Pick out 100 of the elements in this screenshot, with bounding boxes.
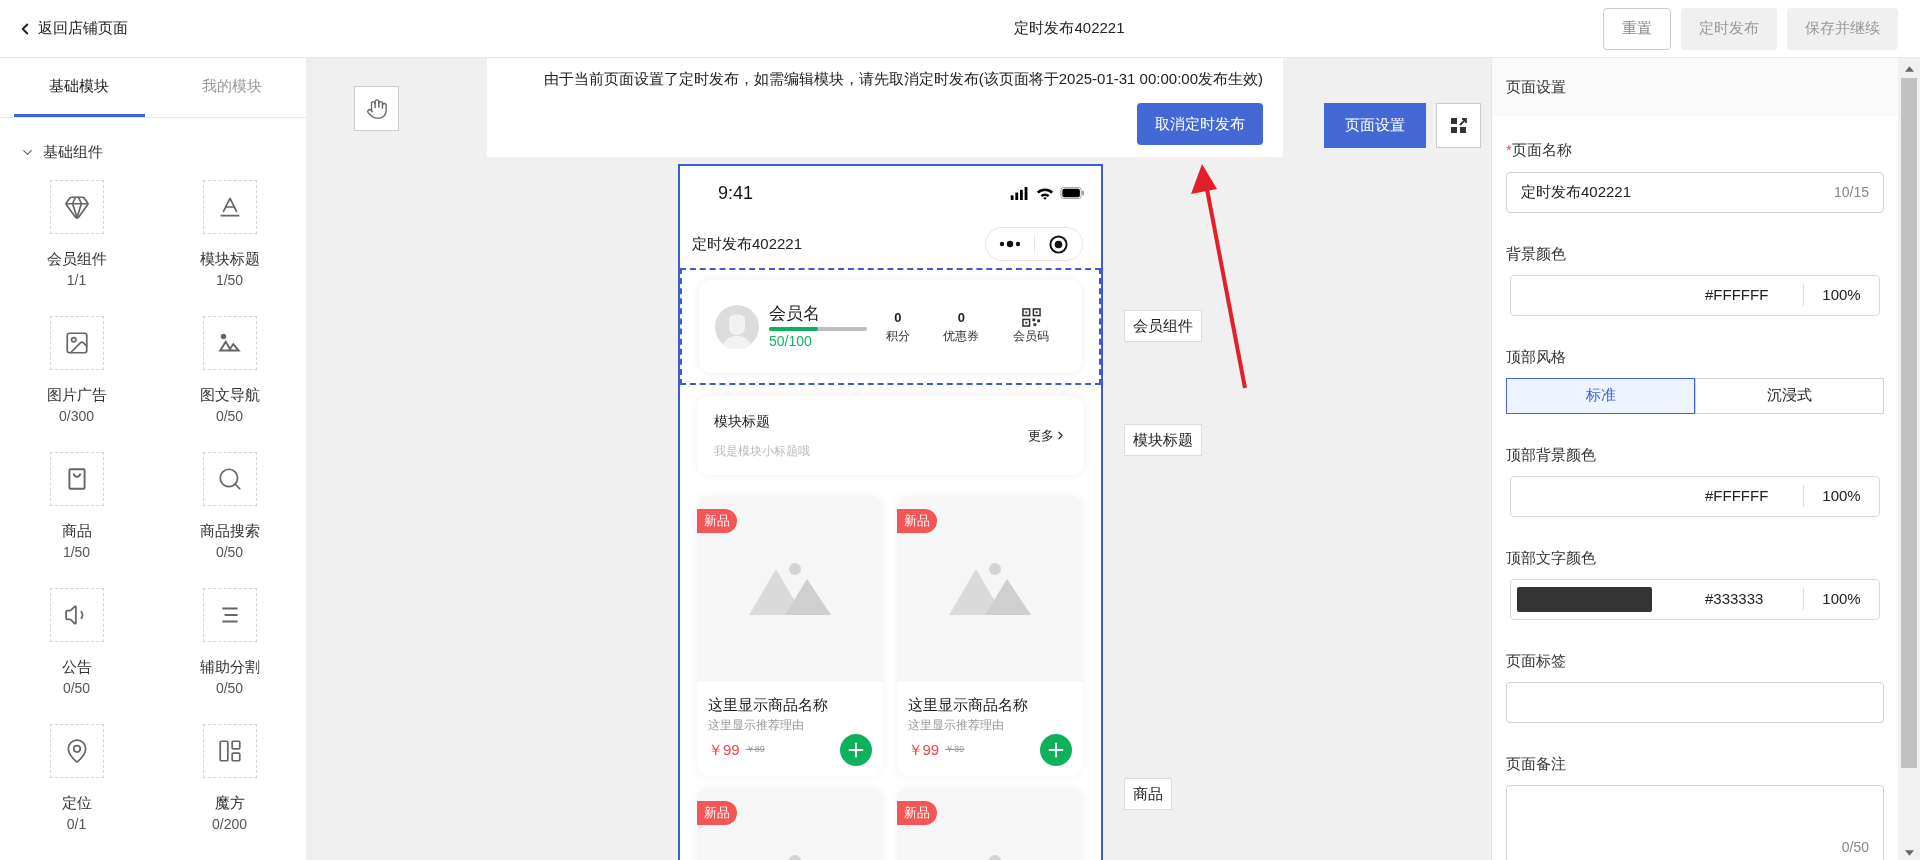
- search-icon: [216, 466, 243, 492]
- signal-icon: [1010, 186, 1030, 200]
- style-option[interactable]: 标准: [1506, 377, 1695, 414]
- stat-value: 0: [957, 308, 966, 327]
- color-field[interactable]: #FFFFFF 100%: [1510, 274, 1880, 316]
- component-count: 1/50: [215, 271, 244, 290]
- progress-text: 50/100: [769, 331, 813, 351]
- selected-module-frame[interactable]: 会员名 50/100 0 积分 0 优惠券 会员码: [680, 268, 1101, 385]
- member-card[interactable]: 会员名 50/100 0 积分 0 优惠券 会员码: [699, 280, 1082, 373]
- new-badge: 新品: [896, 801, 937, 825]
- qr-code-icon: [1021, 308, 1041, 327]
- component-tile[interactable]: [202, 180, 257, 234]
- module-tag[interactable]: 会员组件: [1124, 310, 1202, 342]
- component-name: 定位: [61, 793, 92, 813]
- more-dots-icon: [998, 240, 1021, 248]
- stat-label: 积分: [885, 327, 910, 345]
- panel-tab[interactable]: 基础模块: [14, 58, 145, 117]
- component-tile[interactable]: [49, 724, 104, 778]
- component-count: 0/300: [58, 407, 94, 426]
- product-card[interactable]: 新品 这里显示商品名称 这里显示推荐理由 ￥99 ￥89: [697, 496, 883, 776]
- style-option[interactable]: 沉浸式: [1695, 377, 1884, 414]
- mini-page-title: 定时发布402221: [692, 233, 803, 254]
- component-name: 商品搜索: [199, 521, 260, 541]
- component-tile[interactable]: [49, 316, 104, 370]
- color-field[interactable]: #FFFFFF 100%: [1510, 475, 1880, 517]
- component-name: 商品: [61, 521, 92, 541]
- component-name: 公告: [61, 657, 92, 677]
- component-tile[interactable]: [49, 180, 104, 234]
- placeholder-mountain-icon: [749, 563, 831, 615]
- textarea-field[interactable]: 0/50: [1506, 784, 1884, 860]
- component-tile[interactable]: [202, 316, 257, 370]
- image-icon: [63, 330, 90, 356]
- component-name: 魔方: [214, 793, 245, 813]
- product-price: ￥99: [907, 739, 940, 760]
- grid-layout-icon: [216, 738, 243, 764]
- component-name: 辅助分割: [199, 657, 260, 677]
- layout-toggle-button[interactable]: [1436, 103, 1481, 148]
- module-title-card[interactable]: 模块标题 我是模块小标题哦 更多: [697, 396, 1084, 475]
- member-name: 会员名: [769, 302, 821, 325]
- scroll-down-icon: [1904, 850, 1914, 856]
- text-input[interactable]: [1506, 681, 1884, 723]
- product-price: ￥99: [708, 739, 740, 760]
- component-tile[interactable]: [202, 452, 257, 506]
- component-count: 0/200: [211, 815, 247, 834]
- hand-tool-button[interactable]: [354, 86, 399, 131]
- member-code-label: 会员码: [1013, 328, 1050, 345]
- avatar: [715, 304, 759, 349]
- product-card[interactable]: 新品 这里显示商品名称 这里显示推荐理由 ￥99 ￥89: [896, 496, 1083, 776]
- module-subtitle: 我是模块小标题哦: [714, 443, 811, 460]
- component-tile[interactable]: [49, 588, 104, 642]
- module-tag[interactable]: 模块标题: [1124, 424, 1202, 456]
- original-price: ￥89: [945, 743, 965, 757]
- page-settings-button[interactable]: 页面设置: [1324, 103, 1426, 148]
- module-title: 模块标题: [714, 412, 771, 431]
- char-counter: 0/50: [1841, 837, 1869, 857]
- component-count: 0/50: [215, 679, 244, 698]
- page-title: 定时发布402221: [1014, 18, 1125, 39]
- color-field[interactable]: #333333 100%: [1510, 578, 1880, 620]
- notice-text: 由于当前页面设置了定时发布，如需编辑模块，请先取消定时发布(该页面将于2025-01-31 00:00:00发布生效): [543, 69, 1263, 89]
- component-count: 1/1: [66, 271, 87, 290]
- new-badge: 新品: [697, 801, 737, 825]
- wifi-icon: [1036, 186, 1054, 200]
- color-hex: #FFFFFF: [1705, 485, 1770, 506]
- component-name: 模块标题: [199, 249, 260, 269]
- original-price: ￥89: [745, 743, 765, 757]
- opacity-value: 100%: [1821, 284, 1862, 305]
- status-time: 9:41: [718, 181, 754, 205]
- field-label: 背景颜色: [1506, 243, 1566, 264]
- group-header[interactable]: 基础组件: [0, 118, 306, 180]
- cancel-schedule-button[interactable]: 取消定时发布: [1137, 103, 1263, 145]
- text-input[interactable]: 定时发布402221 10/15: [1506, 171, 1884, 213]
- add-button[interactable]: [1039, 734, 1072, 766]
- battery-icon: [1060, 187, 1085, 199]
- stat-label: 优惠券: [943, 327, 980, 345]
- product-reason: 这里显示推荐理由: [907, 717, 1005, 734]
- add-button[interactable]: [840, 734, 872, 766]
- scrollbar[interactable]: [1898, 58, 1920, 860]
- module-tag[interactable]: 商品: [1124, 778, 1172, 810]
- component-tile[interactable]: [202, 588, 257, 642]
- color-hex: #333333: [1705, 588, 1765, 609]
- component-name: 会员组件: [46, 249, 107, 269]
- more-link[interactable]: 更多: [1028, 425, 1067, 446]
- field-label: 页面名称: [1511, 140, 1572, 161]
- opacity-value: 100%: [1821, 588, 1862, 609]
- placeholder-mountain-icon: [948, 563, 1031, 615]
- field-label: 顶部风格: [1506, 346, 1566, 367]
- component-count: 1/50: [62, 543, 91, 562]
- scrollbar-thumb[interactable]: [1901, 78, 1917, 768]
- back-link[interactable]: 返回店铺页面: [16, 17, 128, 40]
- product-name: 这里显示商品名称: [708, 695, 829, 715]
- component-name: 图片广告: [46, 385, 107, 405]
- stat-value: 0: [894, 308, 902, 327]
- field-label: 顶部文字颜色: [1506, 547, 1596, 568]
- header-button[interactable]: 重置: [1603, 7, 1671, 50]
- component-tile[interactable]: [49, 452, 104, 506]
- component-tile[interactable]: [202, 724, 257, 778]
- target-icon: [1048, 234, 1068, 254]
- field-label: 页面标签: [1506, 650, 1566, 671]
- field-label: 顶部背景颜色: [1506, 444, 1596, 465]
- new-badge: 新品: [697, 509, 737, 533]
